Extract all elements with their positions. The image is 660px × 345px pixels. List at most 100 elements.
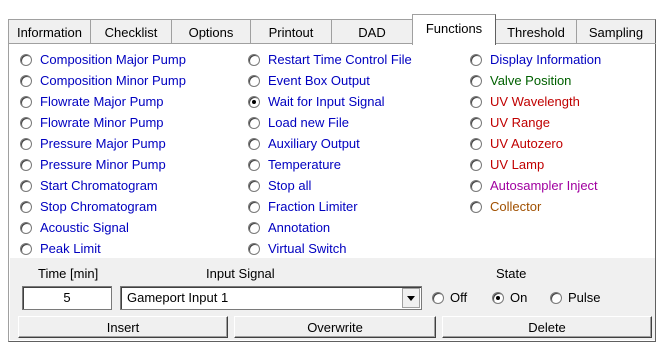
function-option-label: Stop Chromatogram xyxy=(40,199,158,214)
radio-icon xyxy=(492,291,504,304)
function-column-1: Composition Major Pump Composition Minor … xyxy=(20,49,186,259)
function-option-label: Display Information xyxy=(490,52,602,67)
insert-button[interactable]: Insert xyxy=(18,316,228,338)
function-option-label: UV Range xyxy=(490,115,550,130)
function-option-stop-all[interactable]: Stop all xyxy=(248,175,412,196)
input-signal-select[interactable]: Gameport Input 1 xyxy=(120,286,422,310)
parameters-panel: Time [min] Input Signal State 5 Gameport… xyxy=(10,258,655,340)
function-option-start-chromatogram[interactable]: Start Chromatogram xyxy=(20,175,186,196)
radio-icon xyxy=(248,200,260,213)
input-signal-label: Input Signal xyxy=(206,266,275,281)
radio-icon xyxy=(20,95,32,108)
radio-icon xyxy=(470,158,482,171)
function-option-composition-major-pump[interactable]: Composition Major Pump xyxy=(20,49,186,70)
function-option-virtual-switch[interactable]: Virtual Switch xyxy=(248,238,412,259)
function-option-label: Event Box Output xyxy=(268,73,370,88)
radio-icon xyxy=(248,179,260,192)
function-option-wait-for-input-signal[interactable]: Wait for Input Signal xyxy=(248,91,412,112)
radio-icon xyxy=(470,53,482,66)
function-option-uv-autozero[interactable]: UV Autozero xyxy=(470,133,601,154)
tab-dad[interactable]: DAD xyxy=(331,19,413,44)
dropdown-arrow-icon[interactable] xyxy=(402,288,420,308)
radio-icon xyxy=(248,116,260,129)
radio-icon xyxy=(550,291,562,304)
function-option-label: Wait for Input Signal xyxy=(268,94,385,109)
radio-icon xyxy=(470,179,482,192)
radio-icon xyxy=(20,200,32,213)
function-option-label: Valve Position xyxy=(490,73,572,88)
radio-icon xyxy=(248,95,260,108)
function-option-composition-minor-pump[interactable]: Composition Minor Pump xyxy=(20,70,186,91)
radio-icon xyxy=(20,53,32,66)
tab-options[interactable]: Options xyxy=(171,19,251,44)
function-option-uv-lamp[interactable]: UV Lamp xyxy=(470,154,601,175)
function-option-label: UV Autozero xyxy=(490,136,563,151)
function-option-stop-chromatogram[interactable]: Stop Chromatogram xyxy=(20,196,186,217)
function-option-label: Restart Time Control File xyxy=(268,52,412,67)
function-option-acoustic-signal[interactable]: Acoustic Signal xyxy=(20,217,186,238)
function-option-pressure-minor-pump[interactable]: Pressure Minor Pump xyxy=(20,154,186,175)
function-option-collector[interactable]: Collector xyxy=(470,196,601,217)
function-option-uv-range[interactable]: UV Range xyxy=(470,112,601,133)
time-label: Time [min] xyxy=(38,266,99,281)
function-option-uv-wavelength[interactable]: UV Wavelength xyxy=(470,91,601,112)
function-option-flowrate-minor-pump[interactable]: Flowrate Minor Pump xyxy=(20,112,186,133)
function-option-label: Annotation xyxy=(268,220,331,235)
function-option-restart-time-control-file[interactable]: Restart Time Control File xyxy=(248,49,412,70)
function-option-label: Auxiliary Output xyxy=(268,136,360,151)
function-option-label: Temperature xyxy=(268,157,341,172)
function-option-label: UV Lamp xyxy=(490,157,545,172)
function-option-annotation[interactable]: Annotation xyxy=(248,217,412,238)
radio-icon xyxy=(248,53,260,66)
function-option-load-new-file[interactable]: Load new File xyxy=(248,112,412,133)
overwrite-button[interactable]: Overwrite xyxy=(234,316,436,338)
function-option-label: Composition Major Pump xyxy=(40,52,186,67)
radio-icon xyxy=(20,221,32,234)
radio-icon xyxy=(20,137,32,150)
function-option-pressure-major-pump[interactable]: Pressure Major Pump xyxy=(20,133,186,154)
function-option-peak-limit[interactable]: Peak Limit xyxy=(20,238,186,259)
function-option-label: Autosampler Inject xyxy=(490,178,598,193)
function-option-label: Load new File xyxy=(268,115,349,130)
radio-icon xyxy=(20,242,32,255)
time-input[interactable]: 5 xyxy=(22,286,112,310)
radio-icon xyxy=(248,74,260,87)
function-column-2: Restart Time Control File Event Box Outpu… xyxy=(248,49,412,259)
tab-sampling[interactable]: Sampling xyxy=(576,19,656,44)
radio-icon xyxy=(470,74,482,87)
function-option-fraction-limiter[interactable]: Fraction Limiter xyxy=(248,196,412,217)
tab-information[interactable]: Information xyxy=(8,19,91,44)
function-option-label: Flowrate Major Pump xyxy=(40,94,164,109)
radio-icon xyxy=(470,95,482,108)
function-option-label: Pressure Major Pump xyxy=(40,136,166,151)
tab-printout[interactable]: Printout xyxy=(250,19,332,44)
radio-icon xyxy=(470,200,482,213)
function-option-valve-position[interactable]: Valve Position xyxy=(470,70,601,91)
radio-icon xyxy=(20,179,32,192)
function-option-autosampler-inject[interactable]: Autosampler Inject xyxy=(470,175,601,196)
radio-icon xyxy=(20,74,32,87)
function-option-label: Stop all xyxy=(268,178,312,193)
function-option-display-information[interactable]: Display Information xyxy=(470,49,601,70)
tab-checklist[interactable]: Checklist xyxy=(90,19,172,44)
tab-divider xyxy=(8,43,656,44)
state-on-radio[interactable]: On xyxy=(492,290,527,305)
tab-threshold[interactable]: Threshold xyxy=(495,19,577,44)
state-off-radio[interactable]: Off xyxy=(432,290,467,305)
function-option-label: Fraction Limiter xyxy=(268,199,358,214)
delete-button[interactable]: Delete xyxy=(442,316,652,338)
function-option-flowrate-major-pump[interactable]: Flowrate Major Pump xyxy=(20,91,186,112)
radio-icon xyxy=(432,291,444,304)
function-option-label: Collector xyxy=(490,199,542,214)
radio-icon xyxy=(470,116,482,129)
radio-icon xyxy=(248,137,260,150)
tab-functions[interactable]: Functions xyxy=(412,14,496,45)
state-label: State xyxy=(496,266,527,281)
state-pulse-radio[interactable]: Pulse xyxy=(550,290,601,305)
radio-icon xyxy=(20,116,32,129)
function-option-event-box-output[interactable]: Event Box Output xyxy=(248,70,412,91)
function-option-temperature[interactable]: Temperature xyxy=(248,154,412,175)
function-option-label: Acoustic Signal xyxy=(40,220,129,235)
function-option-auxiliary-output[interactable]: Auxiliary Output xyxy=(248,133,412,154)
function-option-label: Pressure Minor Pump xyxy=(40,157,166,172)
